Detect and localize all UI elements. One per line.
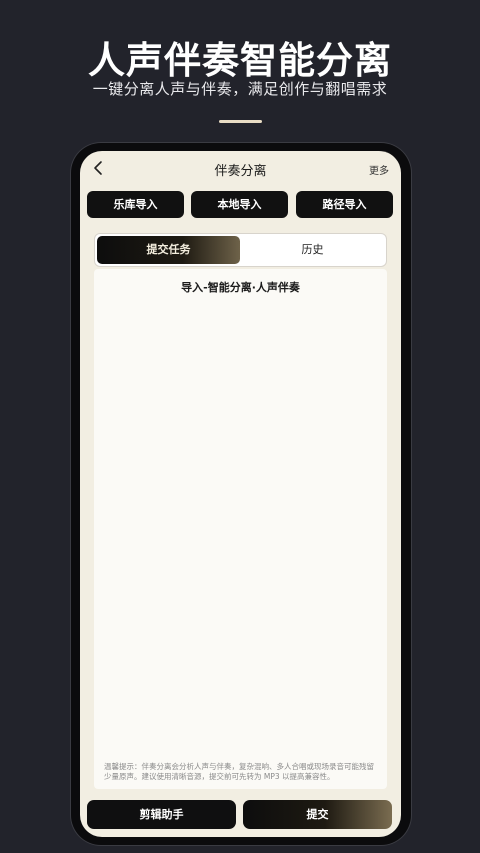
task-tabs: 提交任务 历史 bbox=[94, 233, 387, 267]
section-label: 导入-智能分离·人声伴奏 bbox=[181, 281, 300, 294]
tab-history[interactable]: 历史 bbox=[241, 236, 384, 264]
page-title: 伴奏分离 bbox=[214, 164, 267, 179]
submit-button[interactable]: 提交 bbox=[243, 800, 392, 829]
edit-assistant-button[interactable]: 剪辑助手 bbox=[87, 800, 236, 829]
promo-subtitle: 一键分离人声与伴奏，满足创作与翻唱需求 bbox=[92, 80, 388, 98]
phone-screen: 伴奏分离 更多 乐库导入 本地导入 路径导入 提交任务 历史 导入-智能分离·人… bbox=[80, 151, 401, 837]
tab-submit-task[interactable]: 提交任务 bbox=[97, 236, 240, 264]
more-button[interactable]: 更多 bbox=[369, 162, 389, 177]
task-content-panel: 导入-智能分离·人声伴奏 温馨提示：伴奏分离会分析人声与伴奏，复杂混响、多人合唱… bbox=[94, 269, 387, 789]
promo-title: 人声伴奏智能分离 bbox=[88, 39, 392, 82]
tip-text: 温馨提示：伴奏分离会分析人声与伴奏，复杂混响、多人合唱或现场录音可能残留少量原声… bbox=[104, 762, 374, 781]
app-promo-canvas: 人声伴奏智能分离 一键分离人声与伴奏，满足创作与翻唱需求 伴奏分离 更多 乐库导… bbox=[0, 0, 480, 853]
local-import-button[interactable]: 本地导入 bbox=[191, 191, 288, 218]
nav-bar: 伴奏分离 更多 bbox=[80, 151, 401, 185]
path-import-button[interactable]: 路径导入 bbox=[296, 191, 393, 218]
library-import-button[interactable]: 乐库导入 bbox=[87, 191, 184, 218]
promo-divider bbox=[219, 120, 262, 123]
